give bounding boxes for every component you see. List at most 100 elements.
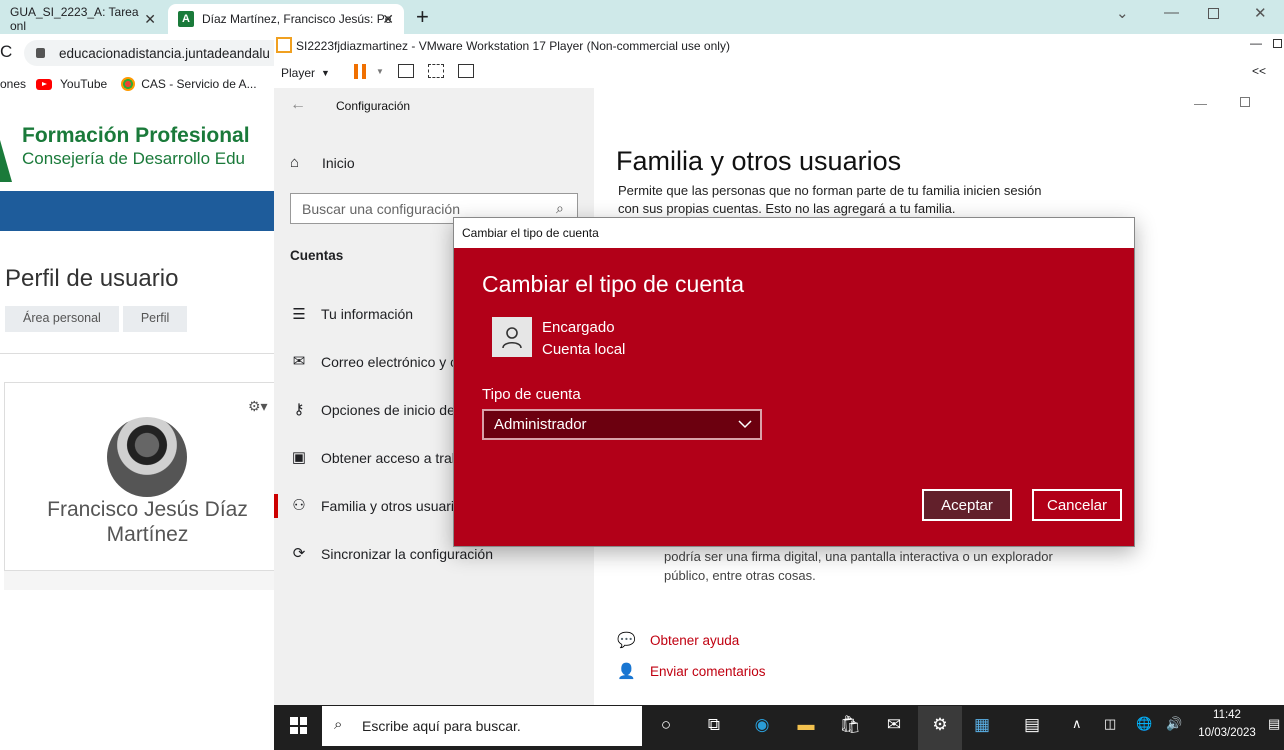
junta-logo-icon xyxy=(0,140,12,182)
dialog-window-title: Cambiar el tipo de cuenta xyxy=(462,226,599,240)
key-icon: ⚷ xyxy=(293,401,305,418)
notifications-icon[interactable]: ▤ xyxy=(1268,716,1280,732)
taskbar-search-placeholder: Escribe aquí para buscar. xyxy=(362,718,521,734)
clock-time[interactable]: 11:42 xyxy=(1200,709,1254,721)
maximize-icon[interactable] xyxy=(1208,8,1219,19)
pause-icon[interactable] xyxy=(354,64,366,79)
file-explorer-icon[interactable]: ▬ xyxy=(794,713,818,737)
collapse-icon[interactable]: << xyxy=(1252,64,1266,78)
send-feedback-link[interactable]: Enviar comentarios xyxy=(650,664,766,679)
settings-caption: Configuración xyxy=(336,99,411,113)
mail-icon: ✉ xyxy=(292,353,306,370)
divider xyxy=(0,353,274,354)
vmware-app-icon xyxy=(276,37,292,53)
unity-icon[interactable] xyxy=(458,64,474,78)
taskbar-search-input[interactable]: Escribe aquí para buscar. xyxy=(322,706,642,746)
breadcrumb-item[interactable]: Perfil xyxy=(122,306,188,332)
nav-familia[interactable]: Familia y otros usuario xyxy=(321,498,462,514)
active-nav-indicator xyxy=(274,494,278,518)
lock-icon xyxy=(36,48,45,58)
accept-button[interactable]: Aceptar xyxy=(922,489,1012,521)
account-type-label: Tipo de cuenta xyxy=(482,386,581,403)
breadcrumb: Área personal Perfil xyxy=(5,306,191,332)
browser-tab-active[interactable]: A Díaz Martínez, Francisco Jesús: Pe ✕ xyxy=(168,4,404,34)
remote-desktop-icon[interactable]: ▦ xyxy=(970,713,994,737)
bookmarks-bar: ones YouTube CAS - Servicio de A... xyxy=(0,72,274,96)
meet-now-icon[interactable]: ◫ xyxy=(1104,716,1116,732)
avatar xyxy=(107,417,187,497)
close-tab-icon[interactable]: ✕ xyxy=(144,11,156,28)
vmware-toolbar: Player ▼ xyxy=(274,58,1284,88)
search-placeholder: Buscar una configuración xyxy=(302,200,460,217)
get-help-link[interactable]: Obtener ayuda xyxy=(650,633,739,648)
browser-tab[interactable]: GUA_SI_2223_A: Tarea onl ✕ xyxy=(0,4,166,34)
page-title: Perfil de usuario xyxy=(5,265,179,292)
vmware-window-title: SI2223fjdiazmartinez - VMware Workstatio… xyxy=(296,39,730,53)
bookmark-item[interactable]: ones xyxy=(0,77,26,91)
store-icon[interactable]: 🛍 xyxy=(838,713,862,737)
account-type-select[interactable]: Administrador xyxy=(482,409,762,440)
close-tab-icon[interactable]: ✕ xyxy=(382,11,394,28)
bookmark-item[interactable]: CAS - Servicio de A... xyxy=(141,77,256,91)
minimize-icon[interactable]: — xyxy=(1164,4,1179,21)
tray-chevron-up-icon[interactable]: ∧ xyxy=(1072,716,1082,732)
mail-icon[interactable]: ✉ xyxy=(882,713,906,737)
feedback-icon: 👤 xyxy=(617,663,636,680)
minimize-icon[interactable]: — xyxy=(1194,96,1207,111)
dialog-heading: Cambiar el tipo de cuenta xyxy=(482,271,745,297)
account-type-value: Administrador xyxy=(494,416,587,433)
profile-card-footer xyxy=(4,570,274,590)
cortana-icon[interactable]: ○ xyxy=(654,713,678,737)
description-text: podría ser una firma digital, una pantal… xyxy=(664,549,1053,583)
back-arrow-icon[interactable]: ← xyxy=(290,96,306,114)
site-nav-bar xyxy=(0,191,274,231)
send-keys-icon[interactable] xyxy=(398,64,414,78)
news-icon[interactable]: ▤ xyxy=(1020,713,1044,737)
edge-icon[interactable]: ◉ xyxy=(750,713,774,737)
close-window-icon[interactable]: ✕ xyxy=(1254,4,1267,22)
org-title: Formación Profesional xyxy=(22,124,250,147)
chevron-down-icon[interactable]: ⌄ xyxy=(1116,4,1129,22)
nav-correo[interactable]: Correo electrónico y c xyxy=(321,354,457,370)
bookmark-item[interactable]: YouTube xyxy=(60,77,107,91)
clock-date[interactable]: 10/03/2023 xyxy=(1196,727,1258,739)
settings-gear-icon[interactable]: ⚙ xyxy=(928,713,952,737)
chevron-down-icon[interactable]: ▼ xyxy=(376,67,384,76)
nav-tu-informacion[interactable]: Tu información xyxy=(321,306,413,322)
dialog-title-bar: Cambiar el tipo de cuenta xyxy=(454,218,1134,248)
new-tab-icon[interactable]: + xyxy=(416,4,429,30)
fullscreen-icon[interactable] xyxy=(428,64,444,78)
cancel-button[interactable]: Cancelar xyxy=(1032,489,1122,521)
gear-icon[interactable]: ⚙▾ xyxy=(248,398,268,415)
volume-icon[interactable]: 🔊 xyxy=(1166,716,1182,732)
briefcase-icon: ▣ xyxy=(291,449,307,466)
org-subtitle: Consejería de Desarrollo Edu xyxy=(22,149,246,168)
youtube-icon xyxy=(36,78,53,90)
sync-icon: ⟳ xyxy=(292,545,306,562)
minimize-icon[interactable]: — xyxy=(1250,36,1262,50)
url-bar[interactable]: educacionadistancia.juntadeandalu xyxy=(24,40,274,66)
home-icon: ⌂ xyxy=(290,154,300,171)
section-heading: Cuentas xyxy=(290,248,344,263)
cas-icon xyxy=(121,77,136,91)
nav-acceso-trabajo[interactable]: Obtener acceso a trab xyxy=(321,450,460,466)
task-view-icon[interactable]: ⧉ xyxy=(702,713,726,737)
breadcrumb-item[interactable]: Área personal xyxy=(5,306,119,332)
help-icon: 💬 xyxy=(617,632,636,649)
page-heading: Familia y otros usuarios xyxy=(616,146,902,176)
reload-icon[interactable]: C xyxy=(0,42,12,62)
nav-home[interactable]: Inicio xyxy=(322,155,355,171)
chevron-down-icon[interactable]: ▼ xyxy=(321,68,330,78)
moodle-favicon-icon: A xyxy=(178,11,194,27)
maximize-icon[interactable] xyxy=(1240,97,1250,107)
windows-start-icon[interactable] xyxy=(290,717,307,734)
chevron-down-icon[interactable] xyxy=(738,416,752,432)
nav-sincronizar[interactable]: Sincronizar la configuración xyxy=(321,546,493,562)
network-icon[interactable]: 🌐 xyxy=(1136,716,1152,732)
search-icon: ⌕ xyxy=(556,200,564,216)
user-full-name: Francisco Jesús Díaz Martínez xyxy=(47,498,248,546)
account-kind: Cuenta local xyxy=(542,341,626,358)
player-menu[interactable]: Player xyxy=(281,66,315,80)
nav-opciones-inicio[interactable]: Opciones de inicio de xyxy=(321,402,455,418)
maximize-icon[interactable] xyxy=(1273,39,1282,48)
